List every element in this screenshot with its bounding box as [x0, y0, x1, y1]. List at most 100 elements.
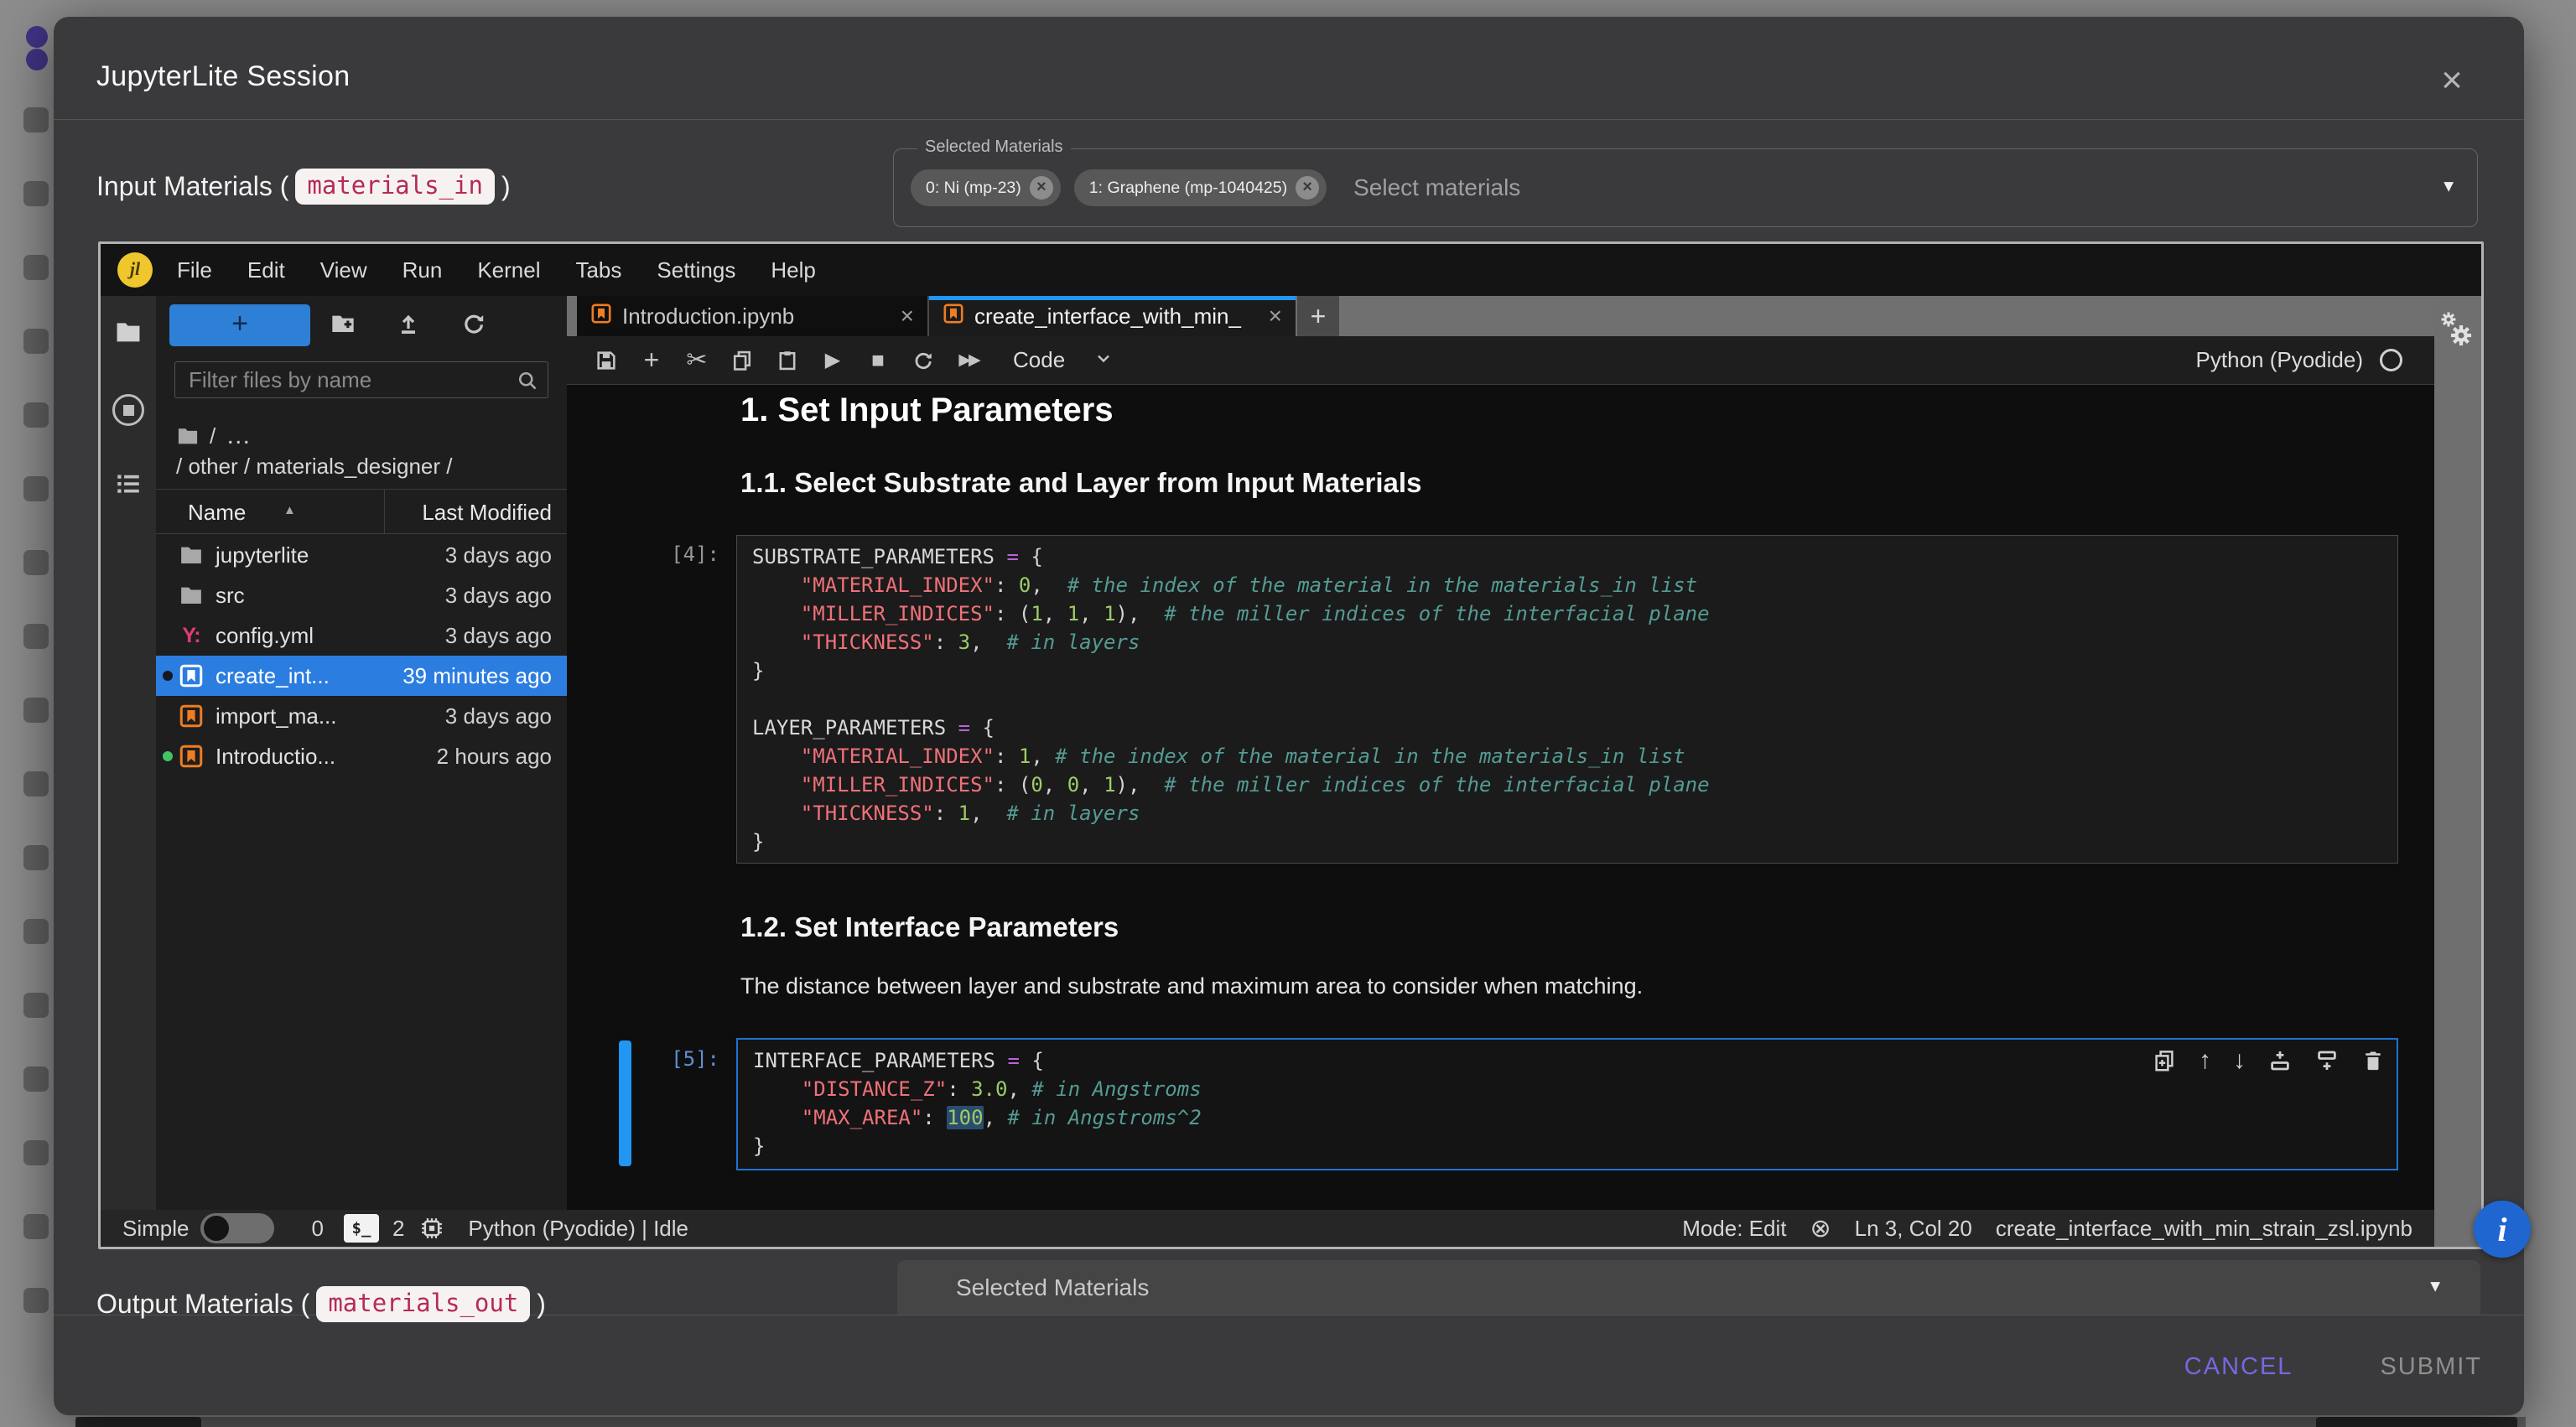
kernel-status-text[interactable]: Python (Pyodide) | Idle: [468, 1216, 688, 1242]
run-cell-icon[interactable]: ▶: [810, 348, 855, 372]
duplicate-cell-icon[interactable]: [2152, 1046, 2177, 1075]
settings-gears-icon[interactable]: [2438, 309, 2477, 355]
move-cell-down-icon[interactable]: ↓: [2233, 1046, 2246, 1075]
code-line[interactable]: "MILLER_INDICES": (1, 1, 1), # the mille…: [752, 599, 2382, 628]
close-icon[interactable]: ×: [2430, 60, 2474, 104]
code-line[interactable]: "MILLER_INDICES": (0, 0, 1), # the mille…: [752, 771, 2382, 799]
code-line[interactable]: LAYER_PARAMETERS = {: [752, 714, 2382, 742]
kernels-count: 2: [392, 1216, 404, 1242]
background-app-icon: [23, 1140, 49, 1165]
tab-close-icon[interactable]: ×: [1269, 303, 1282, 330]
info-button[interactable]: i: [2474, 1201, 2531, 1258]
cpu-icon: [419, 1216, 444, 1241]
save-button[interactable]: [584, 349, 629, 372]
cut-cells-icon[interactable]: ✂: [674, 345, 719, 375]
dropdown-arrow-icon[interactable]: ▼: [2427, 1277, 2444, 1296]
code-line[interactable]: "MATERIAL_INDEX": 1, # the index of the …: [752, 742, 2382, 771]
copy-cells-icon[interactable]: [719, 349, 765, 372]
code-line[interactable]: }: [752, 828, 2382, 856]
paste-cells-icon[interactable]: [765, 349, 810, 372]
delete-cell-icon[interactable]: [2361, 1046, 2385, 1075]
running-sessions-tab[interactable]: [112, 394, 144, 426]
kernel-name[interactable]: Python (Pyodide): [2196, 347, 2363, 373]
upload-button[interactable]: [376, 310, 441, 341]
tab-create-interface[interactable]: create_interface_with_min_ ×: [929, 296, 1296, 336]
cursor-position[interactable]: Ln 3, Col 20: [1855, 1216, 1972, 1242]
new-folder-button[interactable]: [310, 310, 376, 341]
breadcrumb-path[interactable]: / other / materials_designer /: [176, 454, 453, 480]
code-line[interactable]: "MATERIAL_INDEX": 0, # the index of the …: [752, 571, 2382, 599]
code-line[interactable]: }: [752, 656, 2382, 685]
menu-item-view[interactable]: View: [303, 244, 385, 296]
restart-run-all-icon[interactable]: ▶▶: [946, 350, 991, 370]
code-line[interactable]: [752, 685, 2382, 714]
tab-close-icon[interactable]: ×: [901, 303, 914, 330]
menu-item-run[interactable]: Run: [385, 244, 460, 296]
code-line[interactable]: INTERFACE_PARAMETERS = {: [753, 1046, 2381, 1075]
stop-kernel-icon[interactable]: ■: [855, 347, 901, 373]
file-name: Introductio...: [216, 744, 437, 770]
menu-item-tabs[interactable]: Tabs: [558, 244, 639, 296]
simple-mode-toggle[interactable]: [200, 1213, 274, 1243]
breadcrumb[interactable]: / …: [176, 422, 252, 450]
chip-delete-icon[interactable]: ×: [1296, 176, 1319, 200]
header-divider: [54, 119, 2524, 120]
breadcrumb-root[interactable]: /: [210, 423, 216, 449]
cancel-button[interactable]: CANCEL: [2184, 1353, 2293, 1381]
new-launcher-button[interactable]: +: [169, 304, 310, 346]
cell-type-select[interactable]: Code: [1013, 347, 1065, 373]
menu-item-edit[interactable]: Edit: [230, 244, 303, 296]
insert-cell-below-icon[interactable]: [2314, 1046, 2340, 1075]
file-row[interactable]: create_int...39 minutes ago: [156, 656, 567, 696]
code-line[interactable]: SUBSTRATE_PARAMETERS = {: [752, 542, 2382, 571]
background-app-icon: [23, 698, 49, 723]
file-row[interactable]: import_ma...3 days ago: [156, 696, 567, 736]
chip-delete-icon[interactable]: ×: [1030, 176, 1053, 200]
material-chip[interactable]: 0: Ni (mp-23)×: [911, 169, 1061, 206]
code-line[interactable]: "THICKNESS": 1, # in layers: [752, 799, 2382, 828]
background-app-icon: [23, 329, 49, 354]
dialog-title: JupyterLite Session: [96, 60, 350, 93]
column-name[interactable]: Name: [188, 500, 246, 526]
jupyterlab-menubar: jl FileEditViewRunKernelTabsSettingsHelp: [101, 244, 2481, 296]
file-row[interactable]: Y:config.yml3 days ago: [156, 615, 567, 656]
tab-introduction-ipynb[interactable]: Introduction.ipynb ×: [577, 296, 929, 336]
code-line[interactable]: "DISTANCE_Z": 3.0, # in Angstroms: [753, 1075, 2381, 1103]
output-materials-select[interactable]: Selected Materials ▼: [897, 1260, 2480, 1315]
select-materials-placeholder: Select materials: [1353, 174, 1520, 201]
code-cell-4[interactable]: SUBSTRATE_PARAMETERS = { "MATERIAL_INDEX…: [736, 535, 2398, 864]
background-app-icon: [23, 771, 49, 797]
material-chip[interactable]: 1: Graphene (mp-1040425)×: [1074, 169, 1327, 206]
code-cell-5[interactable]: INTERFACE_PARAMETERS = { "DISTANCE_Z": 3…: [736, 1038, 2398, 1170]
breadcrumb-ellipsis[interactable]: …: [226, 422, 252, 450]
menu-item-file[interactable]: File: [159, 244, 230, 296]
column-last-modified[interactable]: Last Modified: [422, 500, 552, 526]
code-line[interactable]: }: [753, 1132, 2381, 1160]
file-status-dot: [163, 671, 173, 681]
menu-item-kernel[interactable]: Kernel: [460, 244, 558, 296]
code-line[interactable]: "THICKNESS": 3, # in layers: [752, 628, 2382, 656]
menu-item-settings[interactable]: Settings: [639, 244, 753, 296]
file-filter-input[interactable]: [175, 362, 548, 397]
new-tab-button[interactable]: +: [1297, 296, 1339, 336]
submit-button[interactable]: SUBMIT: [2380, 1353, 2482, 1381]
sort-ascending-icon[interactable]: ▲: [283, 503, 296, 517]
code-line[interactable]: "MAX_AREA": 100, # in Angstroms^2: [753, 1103, 2381, 1132]
restart-kernel-icon[interactable]: [901, 349, 946, 372]
dialog-side-strip: [2434, 296, 2481, 1247]
refresh-button[interactable]: [441, 310, 506, 341]
file-row[interactable]: Introductio...2 hours ago: [156, 736, 567, 776]
move-cell-up-icon[interactable]: ↑: [2199, 1046, 2211, 1075]
material-chips: 0: Ni (mp-23)× 1: Graphene (mp-1040425)×: [911, 169, 1327, 206]
insert-cell-above-icon[interactable]: [2267, 1046, 2293, 1075]
file-browser-tab[interactable]: [114, 318, 143, 350]
table-of-contents-tab[interactable]: [114, 470, 143, 502]
insert-cell-button[interactable]: +: [629, 345, 674, 376]
dropdown-arrow-icon[interactable]: ▼: [2440, 178, 2457, 197]
chevron-down-icon[interactable]: [1093, 348, 1114, 372]
file-row[interactable]: src3 days ago: [156, 575, 567, 615]
input-materials-select[interactable]: Selected Materials 0: Ni (mp-23)×1: Grap…: [893, 148, 2478, 227]
file-row[interactable]: jupyterlite3 days ago: [156, 535, 567, 575]
output-materials-label: Output Materials ( materials_out ): [96, 1274, 546, 1333]
menu-item-help[interactable]: Help: [753, 244, 833, 296]
